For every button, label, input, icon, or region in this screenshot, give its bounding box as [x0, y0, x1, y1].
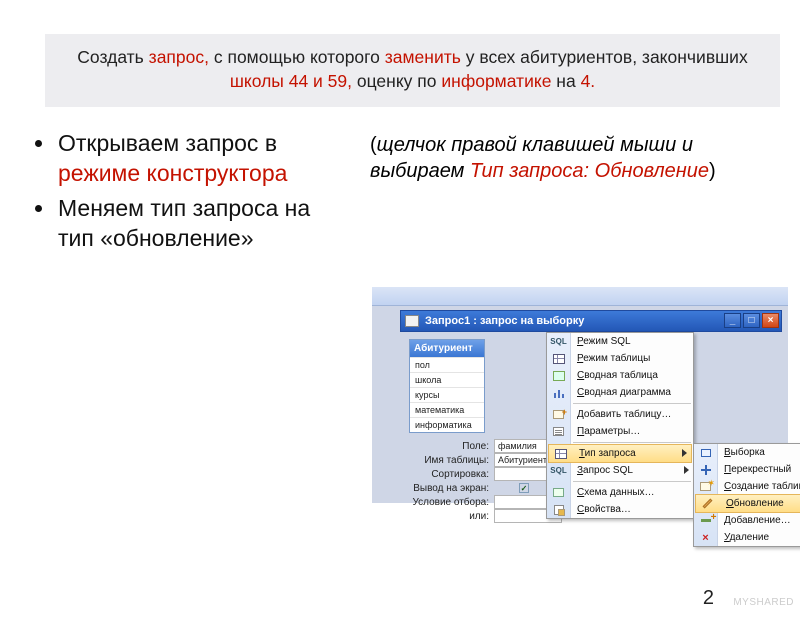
- menu-item[interactable]: Сводная диаграмма: [547, 384, 693, 401]
- update-icon: [700, 497, 715, 510]
- crosstab-icon: [698, 463, 713, 476]
- menu-item-label: Режим таблицы: [577, 353, 650, 364]
- schema-icon: [551, 486, 566, 499]
- bullet-item: Открываем запрос в режиме конструктора: [56, 129, 348, 188]
- table-field[interactable]: информатика: [410, 417, 484, 432]
- app-toolbar: [372, 287, 788, 306]
- menu-item[interactable]: Сводная таблица: [547, 367, 693, 384]
- sql-icon: SQL: [551, 335, 566, 348]
- page-number: 2: [703, 587, 714, 610]
- task-header: Создать запрос, с помощью которого замен…: [45, 34, 780, 107]
- submenu-item[interactable]: Перекрестный: [694, 461, 800, 478]
- add-table-icon: [551, 408, 566, 421]
- menu-item-label: Создание таблицы…: [724, 481, 800, 492]
- menu-item-label: Запрос SQL: [577, 465, 633, 476]
- menu-item-label: Сводная диаграмма: [577, 387, 671, 398]
- submenu-item[interactable]: Выборка: [694, 444, 800, 461]
- menu-item[interactable]: SQL Режим SQL: [547, 333, 693, 350]
- app-screenshot: Запрос1 : запрос на выборку _ □ × Абитур…: [372, 287, 788, 553]
- menu-item-label: Удаление: [724, 532, 769, 543]
- menu-item[interactable]: Добавить таблицу…: [547, 406, 693, 423]
- pivot-chart-icon: [551, 386, 566, 399]
- menu-item[interactable]: Тип запроса: [548, 444, 692, 463]
- query-type-icon: [553, 447, 568, 460]
- menu-separator: [573, 481, 691, 482]
- submenu-item[interactable]: Добавление…: [694, 512, 800, 529]
- submenu-arrow-icon: [682, 449, 687, 457]
- window-title: Запрос1 : запрос на выборку: [425, 315, 584, 327]
- menu-item-label: Режим SQL: [577, 336, 631, 347]
- menu-item-label: Выборка: [724, 447, 765, 458]
- table-field[interactable]: пол: [410, 357, 484, 372]
- bullet-list: Открываем запрос в режиме конструктора Ме…: [18, 129, 348, 259]
- menu-item-label: Сводная таблица: [577, 370, 658, 381]
- menu-item[interactable]: Свойства…: [547, 501, 693, 518]
- menu-item[interactable]: Схема данных…: [547, 484, 693, 501]
- menu-item[interactable]: SQL Запрос SQL: [547, 462, 693, 479]
- grid-label: Поле:: [402, 441, 494, 452]
- grid-label: Условие отбора:: [402, 497, 494, 508]
- grid-label: или:: [402, 511, 494, 522]
- grid-icon: [551, 352, 566, 365]
- menu-item[interactable]: Параметры…: [547, 423, 693, 440]
- params-icon: [551, 425, 566, 438]
- menu-item-label: Обновление: [726, 498, 784, 509]
- delete-icon: ×: [698, 531, 713, 544]
- menu-separator: [573, 403, 691, 404]
- query-icon: [405, 315, 419, 327]
- table-field[interactable]: математика: [410, 402, 484, 417]
- bullet-subtext: (щелчок правой клавишей мыши и выбираем …: [370, 133, 784, 259]
- menu-item-label: Свойства…: [577, 504, 631, 515]
- submenu-arrow-icon: [684, 466, 689, 474]
- sql-query-icon: SQL: [551, 464, 566, 477]
- menu-item-label: Параметры…: [577, 426, 640, 437]
- query-type-submenu: Выборка Перекрестный Создание таблицы… Обно…: [693, 443, 800, 547]
- checkbox[interactable]: ✓: [519, 483, 529, 493]
- properties-icon: [551, 503, 566, 516]
- pivot-table-icon: [551, 369, 566, 382]
- menu-item-label: Перекрестный: [724, 464, 791, 475]
- menu-item-label: Добавить таблицу…: [577, 409, 671, 420]
- menu-item[interactable]: Режим таблицы: [547, 350, 693, 367]
- grid-label: Имя таблицы:: [402, 455, 494, 466]
- table-field[interactable]: курсы: [410, 387, 484, 402]
- menu-separator: [573, 442, 691, 443]
- grid-label: Вывод на экран:: [402, 483, 494, 494]
- append-icon: [698, 514, 713, 527]
- watermark: MYSHARED: [733, 597, 794, 608]
- table-field-list[interactable]: Абитуриент полшколакурсыматематикаинформ…: [409, 339, 485, 433]
- maximize-button[interactable]: □: [743, 313, 760, 328]
- query-design-grid: Поле:фамилияИмя таблицы:АбитуриентСортир…: [402, 439, 562, 523]
- select-icon: [698, 446, 713, 459]
- minimize-button[interactable]: _: [724, 313, 741, 328]
- make-table-icon: [698, 480, 713, 493]
- context-menu: SQL Режим SQL Режим таблицы Сводная таблица…: [546, 332, 694, 519]
- grid-label: Сортировка:: [402, 469, 494, 480]
- menu-item-label: Добавление…: [724, 515, 791, 526]
- table-field[interactable]: школа: [410, 372, 484, 387]
- submenu-item[interactable]: × Удаление: [694, 529, 800, 546]
- bullet-item: Меняем тип запроса на тип «обновление»: [56, 194, 348, 253]
- close-button[interactable]: ×: [762, 313, 779, 328]
- menu-item-label: Схема данных…: [577, 487, 655, 498]
- menu-item-label: Тип запроса: [579, 448, 636, 459]
- submenu-item[interactable]: Обновление: [695, 494, 800, 513]
- window-titlebar[interactable]: Запрос1 : запрос на выборку _ □ ×: [400, 310, 782, 332]
- submenu-item[interactable]: Создание таблицы…: [694, 478, 800, 495]
- table-header: Абитуриент: [410, 340, 484, 357]
